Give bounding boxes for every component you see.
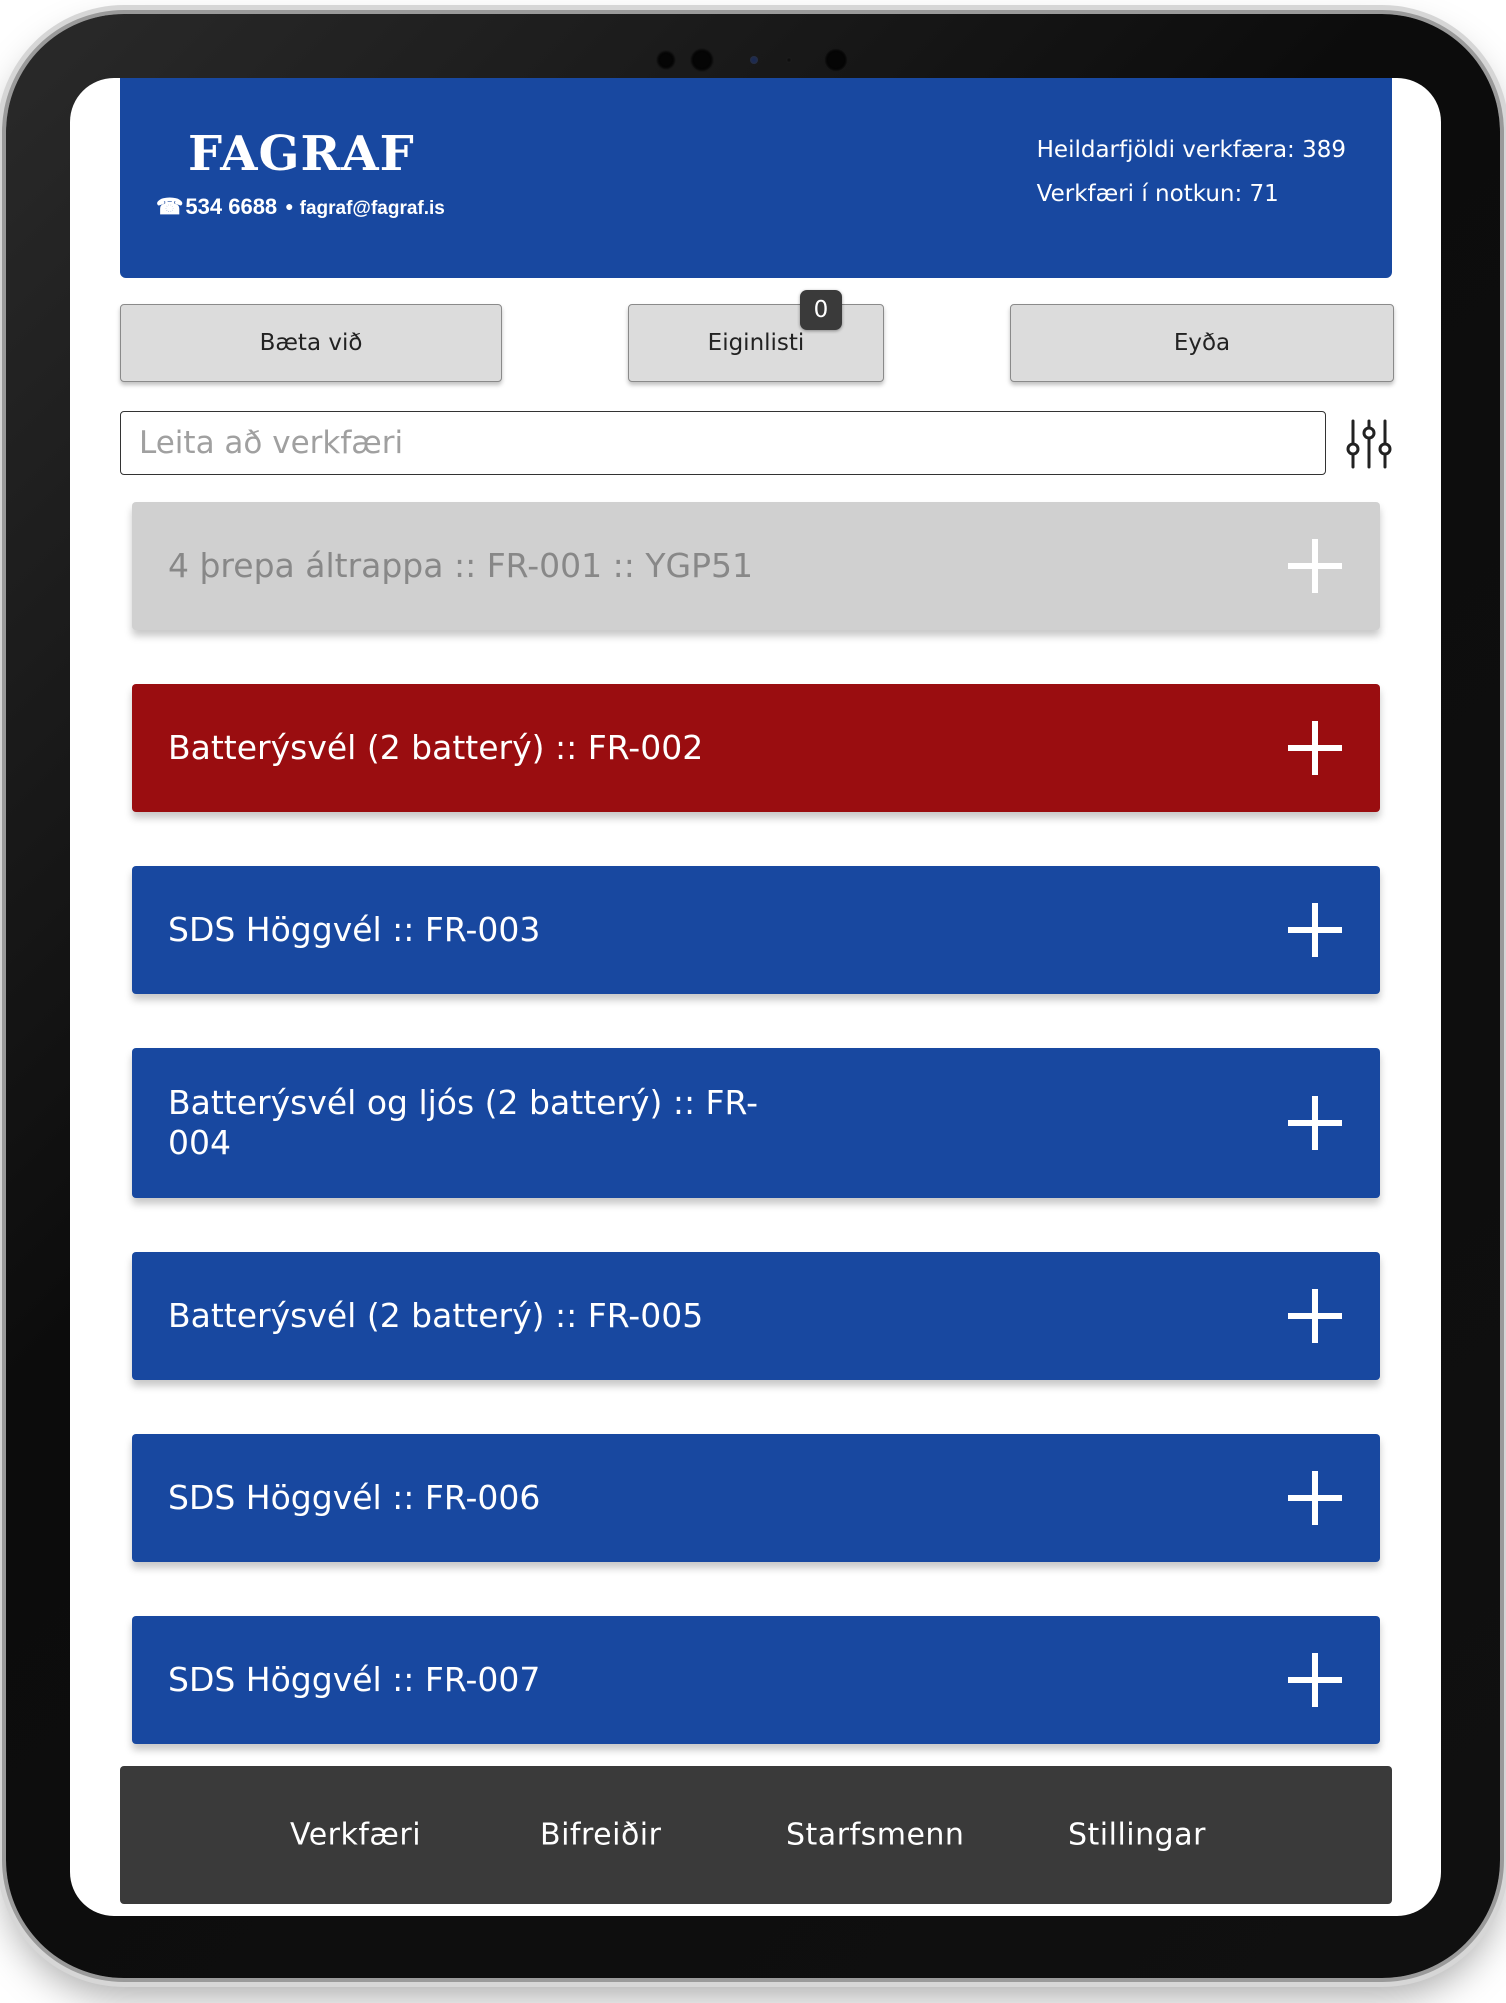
tool-item-label: Batterýsvél og ljós (2 batterý) :: FR-00… [168, 1083, 759, 1162]
tool-item-label: Batterýsvél (2 batterý) :: FR-005 [168, 1296, 704, 1335]
add-button[interactable]: Bæta við [120, 304, 502, 382]
sensor-dot [656, 50, 676, 70]
tool-item[interactable]: Batterýsvél (2 batterý) :: FR-005 [132, 1252, 1380, 1380]
owner-list-count-badge: 0 [800, 290, 842, 330]
tool-item-label: SDS Höggvél :: FR-006 [168, 1478, 541, 1517]
plus-icon[interactable] [1286, 1287, 1344, 1345]
camera-bar [646, 44, 876, 76]
app-screen: FAGRAF ☎534 6688 ● fagraf@fagraf.is Heilda… [70, 78, 1441, 1916]
sliders-icon[interactable] [1343, 417, 1395, 471]
front-camera [824, 48, 848, 72]
sensor-dot [750, 56, 758, 64]
tool-stats: Heildarfjöldi verkfæra: 389 Verkfæri í n… [1037, 128, 1346, 216]
sensor-dot [786, 57, 792, 63]
tool-item-label: SDS Höggvél :: FR-007 [168, 1660, 541, 1699]
plus-icon[interactable] [1286, 537, 1344, 595]
bottom-nav: Verkfæri Bifreiðir Starfsmenn Stillingar [120, 1766, 1392, 1904]
owner-list-button[interactable]: Eiginlisti [628, 304, 884, 382]
plus-icon[interactable] [1286, 1094, 1344, 1152]
plus-icon[interactable] [1286, 901, 1344, 959]
delete-button[interactable]: Eyða [1010, 304, 1394, 382]
app-header: FAGRAF ☎534 6688 ● fagraf@fagraf.is Heilda… [120, 78, 1392, 278]
sensor-dot [690, 48, 714, 72]
plus-icon[interactable] [1286, 1651, 1344, 1709]
nav-item-staff[interactable]: Starfsmenn [786, 1818, 964, 1853]
phone-icon: ☎ [156, 194, 184, 219]
tool-item-label: Batterýsvél (2 batterý) :: FR-002 [168, 728, 704, 767]
separator-dot: ● [285, 198, 294, 214]
tool-item[interactable]: SDS Höggvél :: FR-003 [132, 866, 1380, 994]
tool-item-label: 4 þrepa áltrappa :: FR-001 :: YGP51 [168, 546, 753, 585]
nav-item-vehicles[interactable]: Bifreiðir [540, 1818, 661, 1853]
tool-item[interactable]: SDS Höggvél :: FR-006 [132, 1434, 1380, 1562]
total-tools-count: Heildarfjöldi verkfæra: 389 [1036, 137, 1346, 163]
tools-in-use-count: Verkfæri í notkun: 71 [1036, 181, 1279, 207]
phone-number: 534 6688 [185, 194, 278, 219]
nav-item-settings[interactable]: Stillingar [1068, 1818, 1206, 1853]
tool-item-label: SDS Höggvél :: FR-003 [168, 910, 541, 949]
tool-item[interactable]: SDS Höggvél :: FR-007 [132, 1616, 1380, 1744]
tablet-frame: FAGRAF ☎534 6688 ● fagraf@fagraf.is Heilda… [6, 14, 1500, 1978]
tool-item[interactable]: Batterýsvél og ljós (2 batterý) :: FR-00… [132, 1048, 1380, 1198]
tool-item[interactable]: Batterýsvél (2 batterý) :: FR-002 [132, 684, 1380, 812]
search-input[interactable] [120, 411, 1326, 475]
company-logo: FAGRAF [188, 126, 415, 182]
email-address: fagraf@fagraf.is [299, 198, 445, 219]
contact-info: ☎534 6688 ● fagraf@fagraf.is [156, 194, 445, 220]
nav-item-tools[interactable]: Verkfæri [290, 1818, 421, 1853]
plus-icon[interactable] [1286, 1469, 1344, 1527]
plus-icon[interactable] [1286, 719, 1344, 777]
tool-item[interactable]: 4 þrepa áltrappa :: FR-001 :: YGP51 [132, 502, 1380, 630]
